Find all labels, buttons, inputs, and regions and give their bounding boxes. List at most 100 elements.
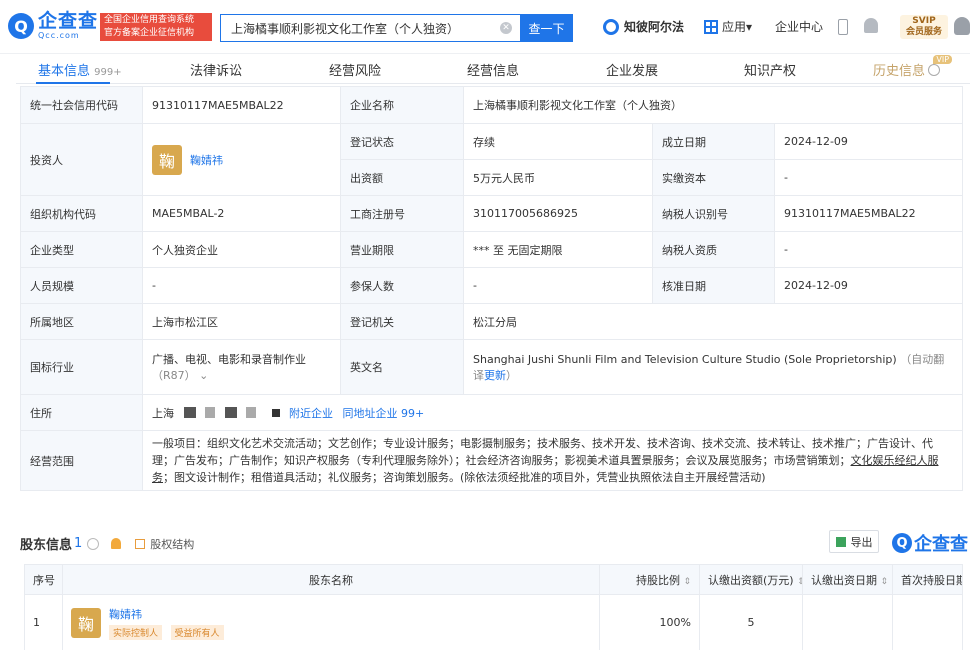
vip-badge: VIP (933, 55, 953, 64)
company-name-label: 企业名称 (340, 86, 464, 124)
taxpayer-qual-label: 纳税人资质 (652, 231, 775, 268)
region-value: 上海市松江区 (142, 303, 341, 340)
official-tag: 全国企业信用查询系统 官方备案企业征信机构 (100, 13, 212, 41)
row-index: 1 (24, 594, 63, 650)
industry-code[interactable]: （R87） ⌄ (152, 367, 331, 383)
qcc-logo-icon: Q (8, 13, 34, 39)
section-tabs: 基本信息 999+ 法律诉讼 经营风险 经营信息 企业发展 知识产权 历史信息 … (16, 54, 970, 84)
update-link[interactable]: 更新 (484, 369, 506, 382)
staff-label: 人员规模 (20, 267, 143, 304)
credit-code-value[interactable]: 91310117MAE5MBAL22 (142, 86, 341, 124)
equity-structure-link[interactable]: 股权结构 (150, 536, 194, 552)
col-sub-date[interactable]: 认缴出资日期 ⇕ (802, 564, 893, 595)
col-amount[interactable]: 认缴出资额(万元) ⇕ (699, 564, 803, 595)
chevron-down-icon: ▾ (746, 19, 753, 34)
org-code-label: 组织机构代码 (20, 195, 143, 232)
search-button[interactable]: 查一下 (520, 14, 573, 42)
search-input[interactable]: 上海橘事顺利影视文化工作室（个人独资） ✕ (220, 14, 520, 42)
taxpayer-id-label: 纳税人识别号 (652, 195, 775, 232)
type-value: 个人独资企业 (142, 231, 341, 268)
approved-value: 2024-12-09 (774, 267, 963, 304)
authority-label: 登记机关 (340, 303, 464, 340)
monitor-bell-icon[interactable] (111, 538, 122, 549)
mobile-icon[interactable] (838, 19, 848, 35)
industry-cell: 广播、电视、电影和录音制作业 （R87） ⌄ (142, 339, 341, 395)
sub-date-value (802, 594, 893, 650)
tab-ip[interactable]: 知识产权 (744, 60, 796, 79)
tag-beneficial-owner: 受益所有人 (170, 624, 224, 640)
tab-development[interactable]: 企业发展 (606, 60, 658, 79)
table-row: 1 鞠 鞠婧祎 实际控制人 受益所有人 100% 5 (24, 594, 963, 650)
redacted-mark (205, 406, 215, 418)
term-value: *** 至 无固定期限 (463, 231, 653, 268)
col-name: 股东名称 (62, 564, 600, 595)
nav-enterprise-center[interactable]: 企业中心 (775, 18, 823, 35)
col-index: 序号 (24, 564, 63, 595)
insured-value: - (463, 267, 653, 304)
redacted-mark (224, 406, 237, 418)
scope-label: 经营范围 (20, 430, 143, 491)
amount-value: 5 (699, 594, 803, 650)
qcc-logo[interactable]: Q 企查查 Qcc.com (8, 12, 98, 40)
tab-basic-info[interactable]: 基本信息 999+ (38, 60, 122, 79)
insured-label: 参保人数 (340, 267, 464, 304)
region-label: 所属地区 (20, 303, 143, 340)
tab-operation[interactable]: 经营信息 (467, 60, 519, 79)
location-icon (271, 408, 280, 417)
nav-apps[interactable]: 应用 ▾ (704, 18, 752, 35)
ratio-value: 100% (599, 594, 700, 650)
established-value: 2024-12-09 (774, 123, 963, 160)
address-value: 上海 (152, 406, 174, 420)
reg-no-value: 310117005686925 (463, 195, 653, 232)
taxpayer-qual-value: - (774, 231, 963, 268)
col-first-date[interactable]: 首次持股日期 ⇕ (892, 564, 963, 595)
industry-value: 广播、电视、电影和录音制作业 (152, 353, 306, 366)
redacted-mark (246, 406, 256, 418)
english-name-value: Shanghai Jushi Shunli Film and Televisio… (473, 353, 897, 366)
col-ratio[interactable]: 持股比例 ⇕ (599, 564, 700, 595)
company-name-value[interactable]: 上海橘事顺利影视文化工作室（个人独资） (463, 86, 963, 124)
type-label: 企业类型 (20, 231, 143, 268)
org-code-value: MAE5MBAL-2 (142, 195, 341, 232)
active-tab-indicator (36, 82, 110, 84)
table-header: 序号 股东名称 持股比例 ⇕ 认缴出资额(万元) ⇕ 认缴出资日期 ⇕ 首次持股… (24, 564, 963, 595)
status-label: 登记状态 (340, 123, 464, 160)
clear-icon[interactable]: ✕ (500, 22, 512, 34)
status-value: 存续 (463, 123, 653, 160)
svip-badge[interactable]: SVIP 会员服务 (900, 15, 948, 39)
approved-label: 核准日期 (652, 267, 775, 304)
help-icon (928, 64, 941, 76)
english-name-cell: Shanghai Jushi Shunli Film and Televisio… (463, 339, 963, 395)
first-date-value (892, 594, 963, 650)
english-name-label: 英文名 (340, 339, 464, 395)
tag-actual-controller: 实际控制人 (109, 624, 163, 640)
reg-no-label: 工商注册号 (340, 195, 464, 232)
notification-bell-icon[interactable] (864, 18, 878, 33)
user-avatar-icon[interactable] (954, 17, 970, 35)
sort-icon: ⇕ (880, 576, 889, 587)
nearby-companies-link[interactable]: 附近企业 (289, 407, 333, 420)
equity-structure-icon (135, 538, 146, 549)
shareholders-title: 股东信息 1 股权结构 (20, 536, 195, 553)
tab-risk[interactable]: 经营风险 (329, 60, 381, 79)
shareholder-name[interactable]: 鞠婧祎 (109, 606, 229, 622)
investor-link[interactable]: 鞠婧祎 (190, 152, 223, 168)
nav-zhibi[interactable]: 知彼阿尔法 (603, 18, 684, 35)
authority-value: 松江分局 (463, 303, 963, 340)
shareholder-avatar[interactable]: 鞠 (71, 607, 101, 638)
staff-value: - (142, 267, 341, 304)
same-address-link[interactable]: 同地址企业 99+ (343, 407, 425, 420)
search-value: 上海橘事顺利影视文化工作室（个人独资） (231, 21, 460, 36)
credit-code-label: 统一社会信用代码 (20, 86, 143, 124)
shareholder-cell: 鞠 鞠婧祎 实际控制人 受益所有人 (62, 594, 600, 650)
excel-icon (835, 536, 846, 547)
tab-lawsuit[interactable]: 法律诉讼 (190, 60, 242, 79)
sort-icon: ⇕ (797, 577, 801, 587)
sort-icon: ⇕ (683, 576, 691, 587)
chevron-down-icon: ⌄ (199, 369, 209, 382)
investor-avatar[interactable]: 鞠 (152, 144, 182, 175)
export-button[interactable]: 导出 (829, 530, 879, 553)
help-icon[interactable] (87, 537, 100, 550)
tab-history[interactable]: 历史信息 VIP (873, 55, 953, 79)
paid-capital-value: - (774, 159, 963, 196)
